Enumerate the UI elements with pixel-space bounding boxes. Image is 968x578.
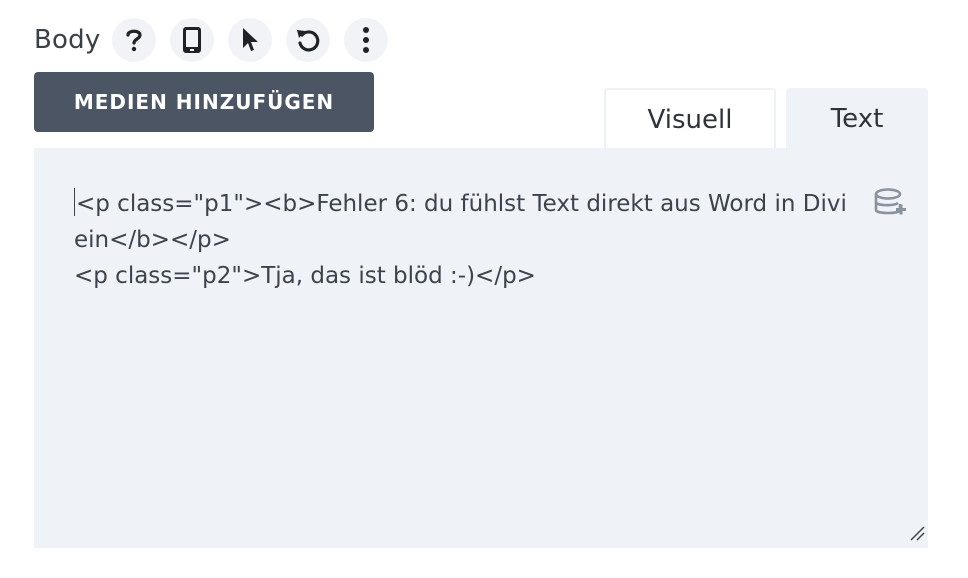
field-label: Body: [34, 25, 101, 55]
code-line-1: <p class="p1"><b>Fehler 6: du fühlst Tex…: [76, 191, 847, 217]
responsive-button[interactable]: [170, 18, 215, 62]
undo-icon: [295, 27, 321, 53]
tab-text[interactable]: Text: [786, 88, 928, 150]
reset-button[interactable]: [286, 18, 331, 62]
hover-button[interactable]: [228, 18, 273, 62]
tab-visual[interactable]: Visuell: [604, 88, 776, 150]
mobile-icon: [181, 26, 203, 54]
text-module-body-field: Body MEDIEN HINZUFÜGEN Visuell Text <p c…: [0, 0, 968, 578]
pointer-icon: [240, 27, 260, 53]
code-line-2: ein</b></p>: [74, 227, 231, 253]
help-button[interactable]: [112, 18, 157, 62]
resize-handle-icon[interactable]: [908, 524, 926, 546]
dynamic-content-icon[interactable]: [874, 188, 908, 222]
text-caret: [74, 188, 75, 216]
add-media-button[interactable]: MEDIEN HINZUFÜGEN: [34, 72, 374, 132]
more-options-button[interactable]: [344, 18, 389, 62]
field-header: Body: [34, 18, 402, 62]
code-line-3: <p class="p2">Tja, das ist blöd :-)</p>: [74, 263, 536, 289]
code-line: <p class="p1"><b>Fehler 6: du fühlst Tex…: [74, 186, 888, 222]
help-icon: [123, 27, 145, 53]
code-editor-textarea[interactable]: <p class="p1"><b>Fehler 6: du fühlst Tex…: [34, 148, 928, 548]
more-vertical-icon: [362, 26, 370, 54]
